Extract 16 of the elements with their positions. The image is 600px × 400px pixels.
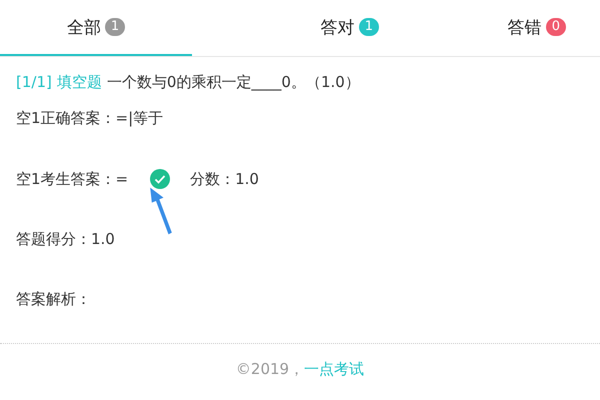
count-badge: 1 [358,18,379,36]
tab[interactable]: 答对 1 [192,0,508,56]
tab[interactable]: 答错 0 [508,0,600,56]
copyright: ©2019， [236,360,304,378]
student-answer: 空1考生答案：= [16,170,128,188]
tab[interactable]: 全部 1 [0,0,192,56]
question-index: [1/1] [16,73,52,91]
blank-score: 分数：1.0 [190,170,259,188]
question-type: 填空题 [56,72,102,92]
count-badge: 1 [104,18,126,36]
question-text: 一个数与0的乘积一定____0。（1.0） [106,72,360,92]
count-badge: 0 [546,18,566,36]
total-score: 答题得分：1.0 [16,228,116,250]
analysis-label: 答案解析： [16,288,92,310]
correct-answer: 空1正确答案：=|等于 [16,108,164,128]
arrow-annotation-drawing [148,186,174,236]
